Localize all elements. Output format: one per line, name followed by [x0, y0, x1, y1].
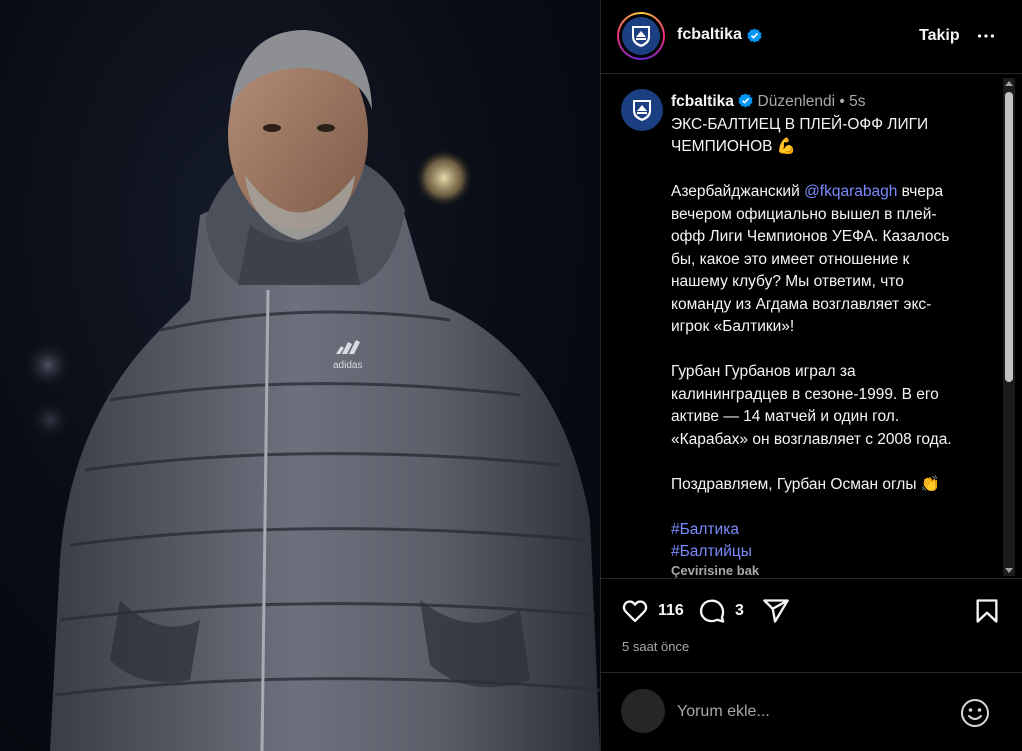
bookmark-icon[interactable] — [973, 597, 1001, 625]
comment-action: 3 — [698, 597, 744, 625]
adidas-logo-text: adidas — [333, 360, 362, 371]
caption-line: ЧЕМПИОНОВ 💪 — [671, 138, 797, 155]
hashtag-link[interactable]: #Балтика — [671, 519, 989, 542]
post-side-panel: fcbaltika Takip fcbaltika Düzenlendi • 5… — [600, 0, 1022, 751]
caption-time: 5s — [849, 93, 866, 110]
likes-count[interactable]: 116 — [658, 602, 684, 620]
header-username-text[interactable]: fcbaltika — [677, 26, 742, 44]
post-actions: 116 3 — [601, 590, 1022, 634]
emoji-icon[interactable] — [959, 697, 991, 729]
caption-line: офф Лиги Чемпионов УЕФА. Казалось — [671, 228, 950, 245]
caption-username[interactable]: fcbaltika — [671, 93, 734, 110]
more-icon[interactable] — [975, 24, 997, 48]
coach-photo: adidas — [22, 30, 600, 751]
hashtag-link[interactable]: #Балтийцы — [671, 541, 989, 564]
like-action: 116 — [621, 597, 684, 625]
club-logo-icon — [621, 89, 663, 131]
caption-line: калининградцев в сезоне-1999. В его — [671, 385, 939, 403]
scroll-up-arrow[interactable] — [1005, 81, 1013, 86]
caption-line: нашему клубу? Мы ответим, что — [671, 273, 904, 290]
caption-line: ЭКС-БАЛТИЕЦ В ПЛЕЙ-ОФФ ЛИГИ — [671, 115, 929, 133]
caption-scroll-area[interactable]: fcbaltika Düzenlendi • 5s ЭКС-БАЛТИЕЦ В … — [601, 75, 1022, 579]
comment-input[interactable] — [677, 699, 947, 725]
share-action — [762, 597, 790, 625]
caption-line: бы, какое это имеет отношение к — [671, 250, 910, 268]
caption-line: Гурбан Гурбанов играл за — [671, 363, 856, 380]
heart-icon[interactable] — [621, 597, 649, 625]
club-logo-icon — [622, 17, 660, 55]
comment-icon[interactable] — [698, 597, 726, 625]
comment-composer — [601, 672, 1022, 751]
post-header: fcbaltika Takip — [601, 0, 1022, 74]
caption-text: fcbaltika Düzenlendi • 5s ЭКС-БАЛТИЕЦ В … — [671, 91, 989, 564]
current-user-avatar — [621, 689, 665, 733]
caption-line: игрок «Балтики»! — [671, 318, 795, 335]
see-translation-link[interactable]: Çevirisine bak — [671, 563, 759, 578]
comments-count[interactable]: 3 — [735, 602, 744, 620]
caption-line: вечером официально вышел в плей- — [671, 205, 937, 223]
caption-line: «Карабах» он возглавляет с 2008 года. — [671, 430, 952, 448]
edited-label: Düzenlendi — [757, 93, 836, 110]
caption-text-fragment: вчера — [897, 183, 944, 200]
caption-text-fragment: Азербайджанский — [671, 183, 805, 200]
post-image[interactable]: adidas — [0, 0, 600, 751]
caption-line: Азербайджанский @fkqarabagh вчера — [671, 181, 989, 204]
bookmark-action — [973, 597, 1001, 625]
caption-avatar[interactable] — [621, 89, 663, 131]
post-timestamp[interactable]: 5 saat önce — [622, 639, 689, 654]
share-icon[interactable] — [762, 597, 790, 625]
meta-separator: • — [839, 93, 850, 110]
caption-line: команду из Агдама возглавляет экс- — [671, 295, 932, 313]
caption-meta-line: fcbaltika Düzenlendi • 5s — [671, 91, 989, 114]
scroll-down-arrow[interactable] — [1005, 568, 1013, 573]
header-username[interactable]: fcbaltika — [677, 26, 762, 44]
verified-icon — [747, 27, 762, 43]
header-avatar[interactable] — [617, 12, 665, 60]
scroll-thumb[interactable] — [1005, 92, 1013, 382]
verified-icon — [738, 93, 753, 108]
caption-line: Поздравляем, Гурбан Осман оглы 👏 — [671, 475, 941, 493]
mention-link[interactable]: @fkqarabagh — [804, 183, 897, 200]
caption-line: активе — 14 матчей и один гол. — [671, 408, 900, 425]
follow-button[interactable]: Takip — [919, 27, 960, 45]
caption-scrollbar[interactable] — [1003, 78, 1015, 576]
